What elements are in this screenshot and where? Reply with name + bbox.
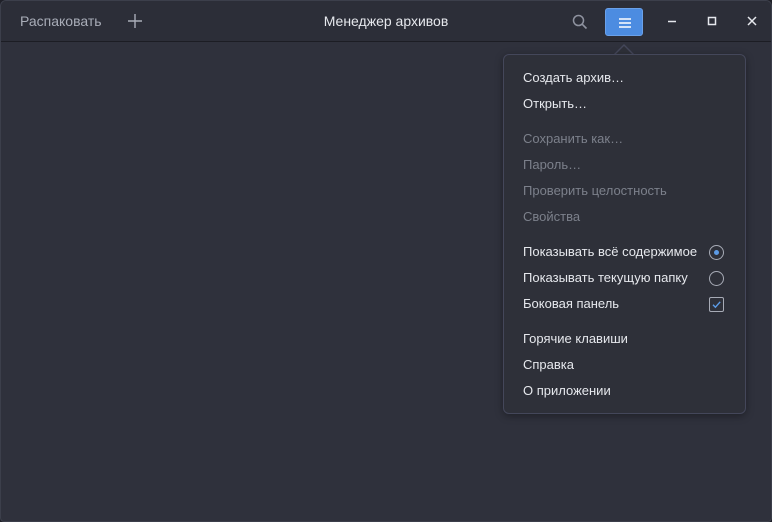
minimize-icon[interactable] xyxy=(663,12,681,30)
menu-item-label: О приложении xyxy=(523,383,611,398)
archive-manager-window: Распаковать Менеджер архивов Создать арх… xyxy=(0,0,772,522)
menu-item-help[interactable]: Справка xyxy=(504,353,745,377)
menu-item-label: Боковая панель xyxy=(523,296,620,311)
menu-item-check-integrity: Проверить целостность xyxy=(504,179,745,203)
hamburger-menu-icon xyxy=(619,18,631,28)
menu-item-label: Показывать текущую папку xyxy=(523,270,688,285)
menu-item-open[interactable]: Открыть… xyxy=(504,92,745,116)
menu-item-label: Горячие клавиши xyxy=(523,331,628,346)
menu-item-label: Показывать всё содержимое xyxy=(523,244,698,259)
menu-item-properties: Свойства xyxy=(504,205,745,229)
menu-item-label: Проверить целостность xyxy=(523,183,667,198)
menu-item-label: Создать архив… xyxy=(523,70,624,85)
close-icon[interactable] xyxy=(743,12,761,30)
menu-item-show-all[interactable]: Показывать всё содержимое xyxy=(504,240,745,264)
extract-button[interactable]: Распаковать xyxy=(20,13,102,29)
radio-selected[interactable] xyxy=(709,245,724,260)
menu-item-about[interactable]: О приложении xyxy=(504,379,745,403)
sidebar-checkbox[interactable] xyxy=(709,297,724,312)
plus-icon[interactable] xyxy=(125,11,145,31)
headerbar: Распаковать Менеджер архивов xyxy=(1,1,771,42)
menu-item-label: Справка xyxy=(523,357,574,372)
checkmark-icon xyxy=(712,301,721,309)
menu-item-label: Пароль… xyxy=(523,157,582,172)
menu-item-save-as: Сохранить как… xyxy=(504,127,745,151)
menu-item-label: Сохранить как… xyxy=(523,131,624,146)
menu-item-label: Открыть… xyxy=(523,96,588,111)
menu-item-show-folder[interactable]: Показывать текущую папку xyxy=(504,266,745,290)
main-menu-popover: Создать архив… Открыть… Сохранить как… П… xyxy=(503,54,746,414)
menu-item-create-archive[interactable]: Создать архив… xyxy=(504,66,745,90)
search-icon[interactable] xyxy=(571,13,589,31)
menu-item-shortcuts[interactable]: Горячие клавиши xyxy=(504,327,745,351)
window-title: Менеджер архивов xyxy=(323,13,449,29)
menu-item-sidebar[interactable]: Боковая панель xyxy=(504,292,745,316)
menu-item-password: Пароль… xyxy=(504,153,745,177)
radio-unselected[interactable] xyxy=(709,271,724,286)
maximize-icon[interactable] xyxy=(703,12,721,30)
menu-item-label: Свойства xyxy=(523,209,581,224)
main-menu-button[interactable] xyxy=(605,8,643,36)
